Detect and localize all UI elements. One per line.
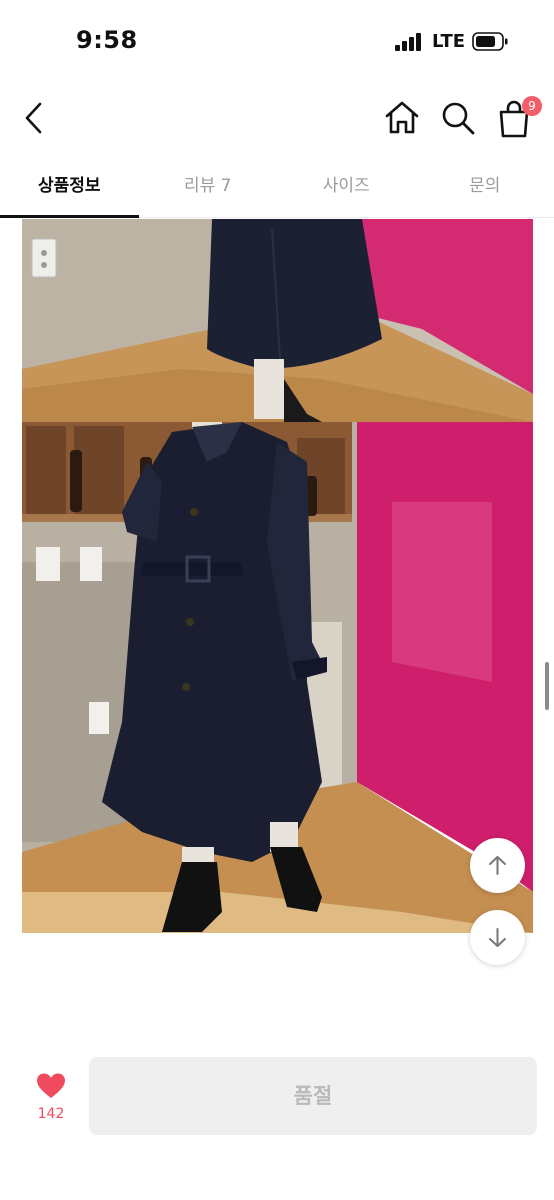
tab-inquiry[interactable]: 문의 xyxy=(416,156,554,217)
tab-product-info[interactable]: 상품정보 xyxy=(0,156,139,218)
bottom-action-bar: 142 품절 xyxy=(0,1040,554,1200)
cart-count-badge: 9 xyxy=(522,96,542,116)
heart-icon xyxy=(37,1073,65,1098)
scroll-down-button[interactable] xyxy=(470,910,525,965)
signal-icon xyxy=(395,33,423,51)
back-button[interactable] xyxy=(16,98,52,138)
scroll-up-button[interactable] xyxy=(470,838,525,893)
arrow-up-icon xyxy=(489,856,506,875)
battery-icon xyxy=(472,32,508,51)
status-bar: 9:58 LTE xyxy=(0,0,554,80)
product-tabs: 상품정보 리뷰 7 사이즈 문의 xyxy=(0,156,554,218)
search-button[interactable] xyxy=(438,98,478,138)
soldout-button[interactable]: 품절 xyxy=(89,1057,537,1135)
chevron-left-icon xyxy=(25,102,42,134)
like-count: 142 xyxy=(37,1106,65,1122)
search-icon xyxy=(442,102,475,135)
cart-button[interactable]: 9 xyxy=(494,96,542,140)
like-button[interactable]: 142 xyxy=(28,1072,74,1128)
tab-size[interactable]: 사이즈 xyxy=(277,156,416,217)
product-photo xyxy=(22,422,533,933)
top-nav: 9 xyxy=(0,80,554,156)
scroll-indicator[interactable] xyxy=(545,662,549,710)
status-time: 9:58 xyxy=(76,26,138,54)
home-button[interactable] xyxy=(382,98,422,138)
carrier-label: LTE xyxy=(432,31,466,52)
tab-reviews[interactable]: 리뷰 7 xyxy=(139,156,278,217)
arrow-down-icon xyxy=(489,928,506,947)
home-icon xyxy=(385,101,419,134)
product-photo xyxy=(22,219,533,422)
